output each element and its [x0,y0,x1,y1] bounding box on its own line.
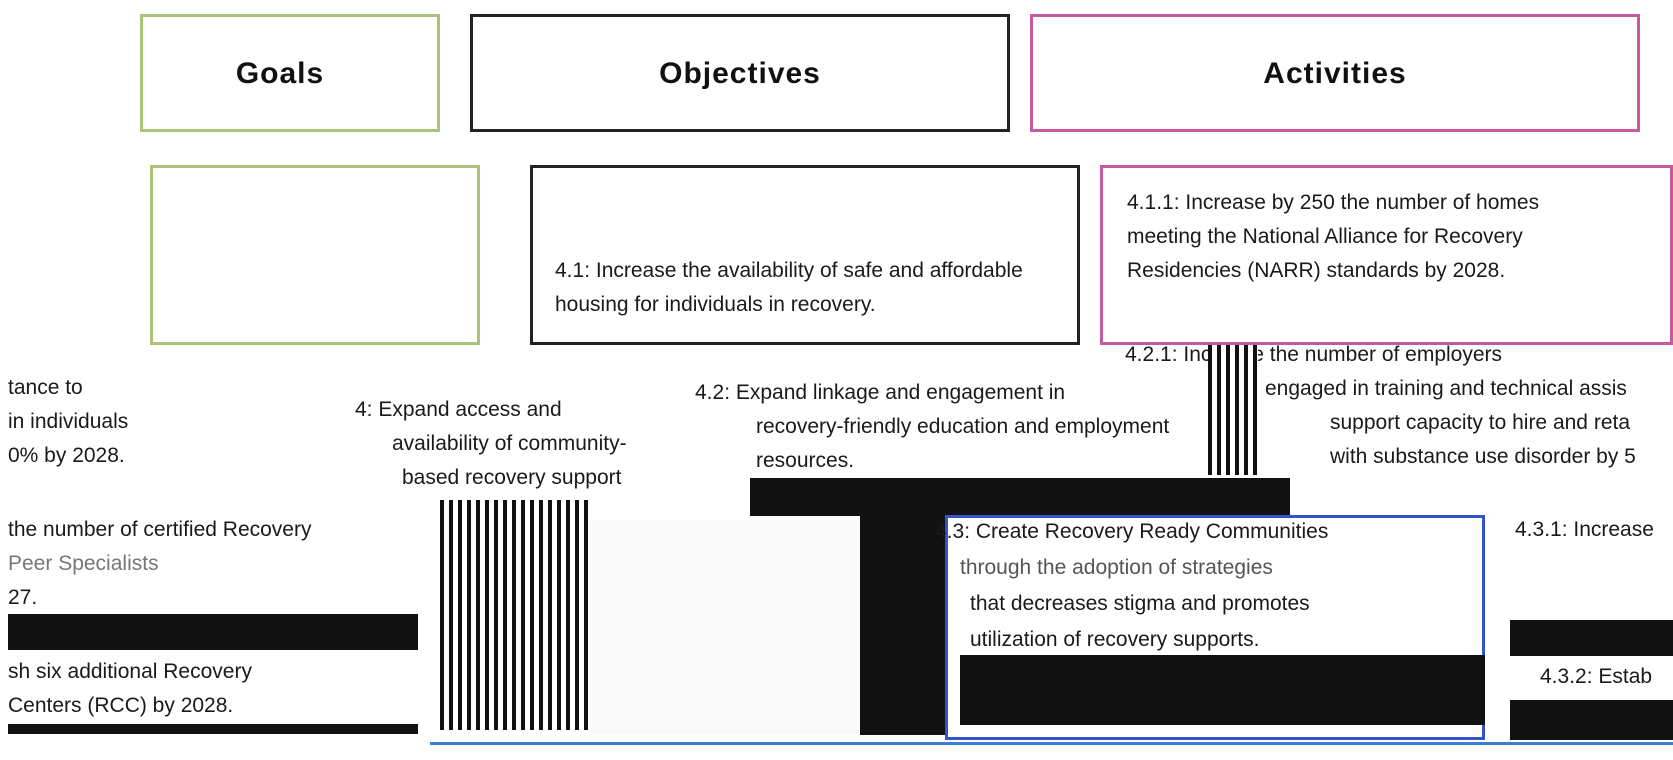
objective-4-3-line3: that decreases stigma and promotes [970,592,1310,615]
activities-header: Activities [1030,14,1640,132]
activity-4-2-1-line2: engaged in training and technical assis [1265,377,1627,400]
objective-4-2-line3: resources. [756,449,855,472]
activity-4-2-1-line3: support capacity to hire and reta [1330,411,1631,434]
glitch-block [8,724,418,734]
glitch-block [8,614,418,650]
goal-cell [150,165,480,345]
objective-4-3-line4: utilization of recovery supports. [970,628,1260,651]
goal-4-line2: availability of community- [392,432,627,455]
glitch-stripes [1208,345,1258,475]
objective-4-3-line1: 4.3: Create Recovery Ready Communities [935,520,1329,543]
goal-fragment-6: 27. [8,586,38,609]
objective-4-1-text: 4.1: Increase the availability of safe a… [555,259,1023,316]
objective-4-2-line2: recovery-friendly education and employme… [756,415,1170,438]
activities-header-label: Activities [1263,57,1407,90]
activity-4-1-1-line2: meeting the National Alliance for Recove… [1127,225,1523,248]
goal-fragment-4: the number of certified Recovery [8,518,312,541]
glitch-band [1510,700,1673,740]
activity-4-2-1-line4: with substance use disorder by 5 [1330,445,1636,468]
goals-header: Goals [140,14,440,132]
goal-fragment-3: 0% by 2028. [8,444,125,467]
glitch-white-panel [590,520,893,735]
glitch-stripes [440,500,590,730]
objective-4-2-line1: 4.2: Expand linkage and engagement in [695,381,1066,404]
activity-4-3-2: 4.3.2: Estab [1540,665,1653,688]
bottom-rule [430,742,1673,745]
activity-4-2-1-line1: 4.2.1: Increase the number of employers [1125,343,1503,366]
glitch-band [750,478,1290,516]
activity-4-1-1-line1: 4.1.1: Increase by 250 the number of hom… [1127,191,1540,214]
objective-4-3-line2: through the adoption of strategies [960,556,1273,579]
activity-4-1-1-line3: Residencies (NARR) standards by 2028. [1127,259,1506,282]
objectives-header: Objectives [470,14,1010,132]
goal-fragment-7: sh six additional Recovery [8,660,252,683]
glitch-band [960,655,1485,725]
activity-4-1-1-cell: 4.1.1: Increase by 250 the number of hom… [1100,165,1673,345]
goal-4-line3: based recovery support [402,466,622,489]
objective-4-1-cell: 4.1: Increase the availability of safe a… [530,165,1080,345]
goal-4-line1: 4: Expand access and [355,398,562,421]
glitch-band [1510,620,1673,656]
objectives-header-label: Objectives [659,57,821,90]
activity-4-3-1: 4.3.1: Increase [1515,518,1654,541]
goals-header-label: Goals [235,57,325,90]
goal-fragment-2: in individuals [8,410,129,433]
goal-fragment-1: tance to [8,376,83,399]
goal-fragment-8: Centers (RCC) by 2028. [8,694,234,717]
goal-fragment-5: Peer Specialists [8,552,159,575]
